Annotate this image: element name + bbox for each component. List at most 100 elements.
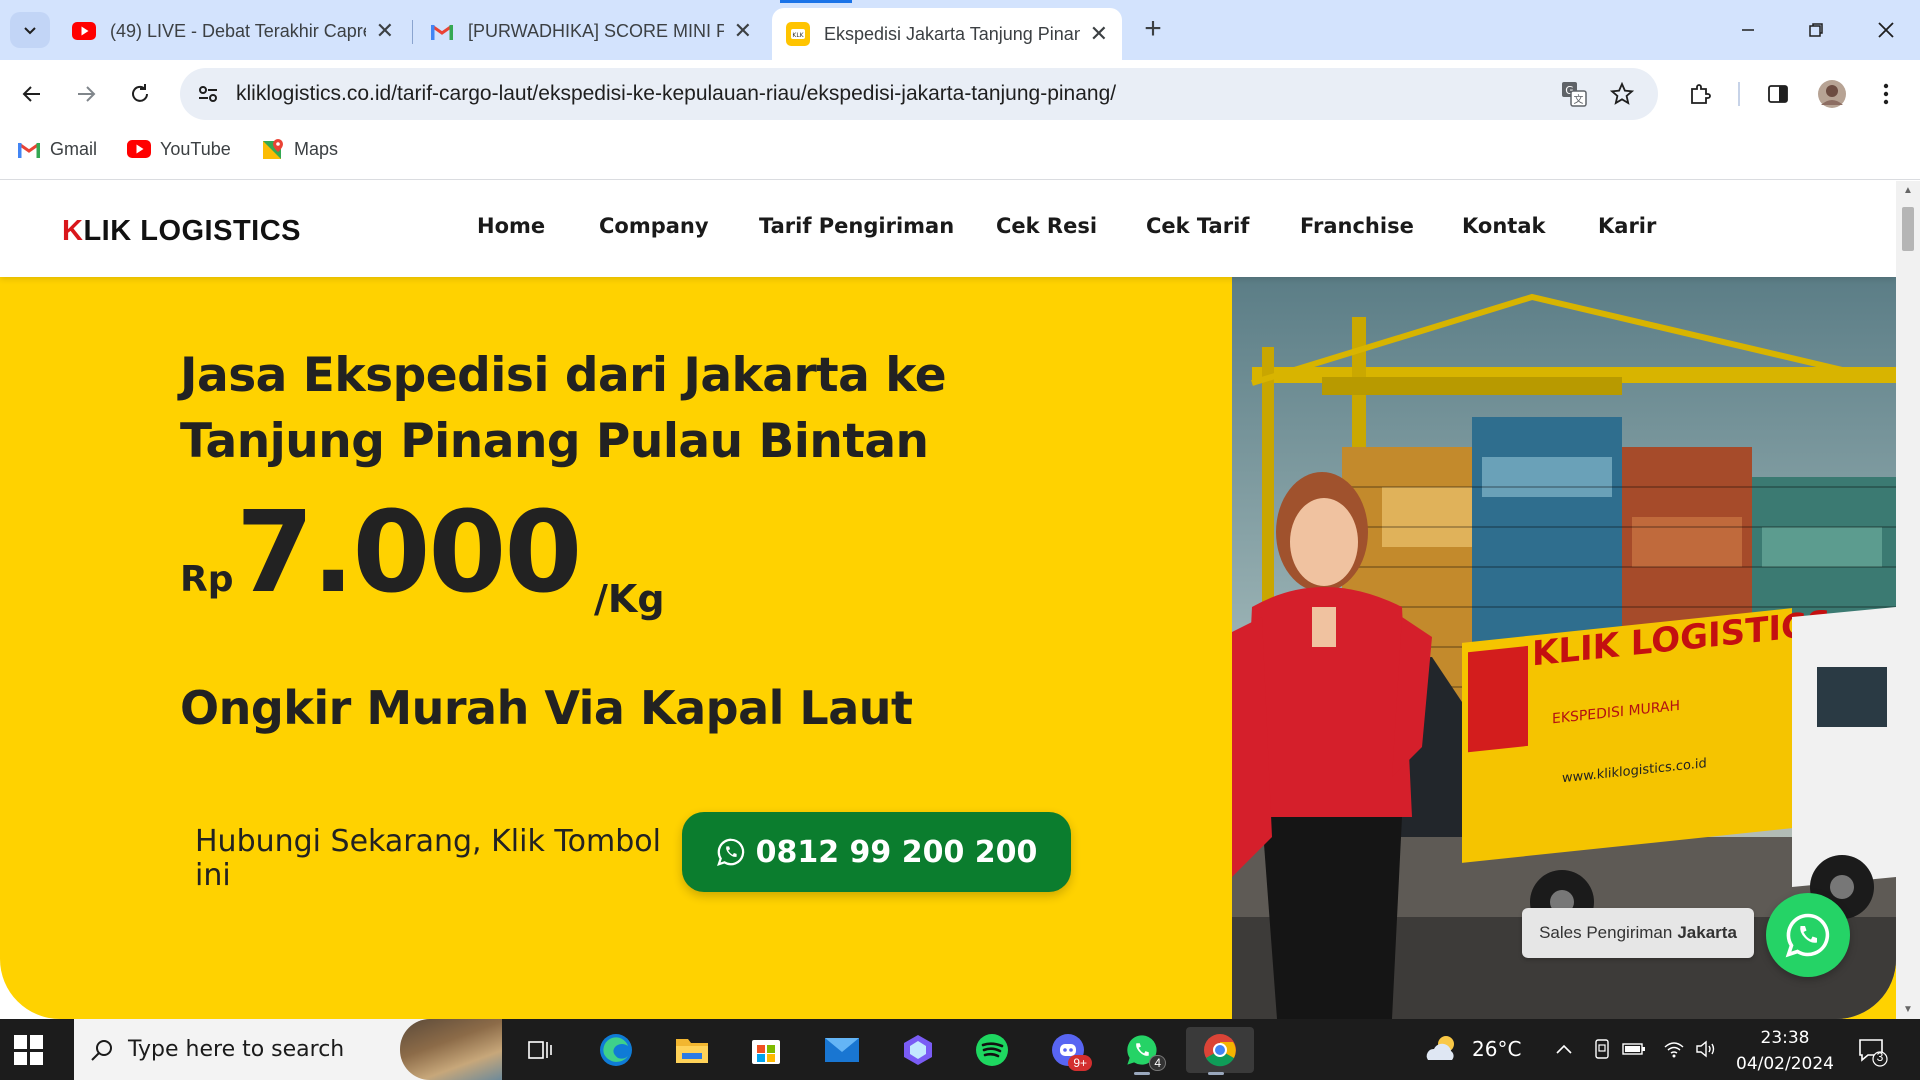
translate-icon[interactable]: G文 <box>1558 78 1590 110</box>
plus-icon: + <box>1144 12 1162 45</box>
extensions-button[interactable] <box>1680 74 1720 114</box>
search-placeholder: Type here to search <box>128 1037 345 1062</box>
gmail-icon <box>430 19 454 43</box>
youtube-icon <box>72 19 96 43</box>
cta-text: Hubungi Sekarang, Klik Tombol ini <box>195 824 661 893</box>
nav-cek-tarif[interactable]: Cek Tarif <box>1146 214 1249 238</box>
clock-time: 23:38 <box>1760 1028 1810 1048</box>
folder-icon <box>676 1039 708 1063</box>
scroll-up-arrow-icon[interactable]: ▲ <box>1903 185 1913 196</box>
device-icon[interactable] <box>1590 1037 1614 1061</box>
side-panel-button[interactable] <box>1758 74 1798 114</box>
tab-search-button[interactable] <box>10 12 50 48</box>
edge-icon <box>600 1034 632 1066</box>
taskbar-copilot[interactable] <box>888 1027 948 1073</box>
weather-temperature[interactable]: 26°C <box>1472 1037 1521 1061</box>
page-scrollbar[interactable]: ▲ ▼ <box>1896 181 1920 1019</box>
notification-center-button[interactable]: 3 <box>1856 1035 1888 1067</box>
logo-k-mark: K <box>62 215 84 247</box>
bookmark-star-icon[interactable] <box>1606 78 1638 110</box>
clock-date: 04/02/2024 <box>1736 1054 1834 1074</box>
scroll-down-arrow-icon[interactable]: ▼ <box>1903 1004 1913 1015</box>
volume-icon[interactable] <box>1694 1037 1718 1061</box>
taskbar-whatsapp[interactable]: 4 <box>1112 1027 1172 1075</box>
nav-tarif-pengiriman[interactable]: Tarif Pengiriman <box>759 214 954 238</box>
close-tab-icon[interactable]: ✕ <box>734 18 752 44</box>
back-button[interactable] <box>12 74 52 114</box>
close-icon <box>1878 22 1894 38</box>
search-highlight-image <box>400 1019 502 1080</box>
kebab-menu-icon <box>1883 83 1889 105</box>
bookmark-label: Maps <box>294 138 339 159</box>
site-logo[interactable]: KLIK LOGISTICS <box>62 215 301 248</box>
chrome-icon <box>1204 1034 1236 1067</box>
close-tab-icon[interactable]: ✕ <box>376 18 394 44</box>
side-panel-icon <box>1768 85 1788 103</box>
minimize-button[interactable] <box>1728 10 1768 50</box>
start-button[interactable] <box>14 1035 44 1065</box>
taskbar-edge[interactable] <box>586 1027 646 1073</box>
minimize-icon <box>1742 29 1754 31</box>
logo-text: LIK LOGISTICS <box>83 215 302 247</box>
price-value: 7.000 <box>236 488 582 618</box>
taskbar-chrome[interactable] <box>1186 1027 1254 1075</box>
weather-icon[interactable] <box>1422 1033 1462 1065</box>
gmail-icon <box>16 138 42 160</box>
nav-home[interactable]: Home <box>477 214 545 238</box>
search-icon <box>91 1039 112 1061</box>
profile-avatar[interactable] <box>1812 74 1852 114</box>
tab-youtube[interactable]: (49) LIVE - Debat Terakhir Capres ✕ <box>58 10 408 52</box>
tab-loading-indicator <box>780 0 852 3</box>
nav-franchise[interactable]: Franchise <box>1300 214 1414 238</box>
taskbar-spotify[interactable] <box>962 1027 1022 1073</box>
svg-text:文: 文 <box>1574 93 1584 106</box>
wifi-icon[interactable] <box>1662 1037 1686 1061</box>
chevron-up-icon[interactable] <box>1552 1037 1576 1061</box>
whatsapp-float-button[interactable] <box>1766 893 1850 977</box>
nav-cek-resi[interactable]: Cek Resi <box>996 214 1097 238</box>
nav-company[interactable]: Company <box>599 214 709 238</box>
scrollbar-thumb[interactable] <box>1902 207 1914 251</box>
menu-button[interactable] <box>1866 74 1906 114</box>
restore-button[interactable] <box>1796 10 1836 50</box>
tab-gmail[interactable]: [PURWADHIKA] SCORE MINI PROJECT ✕ <box>416 10 766 52</box>
klik-favicon: KLK <box>786 22 810 46</box>
close-tab-icon[interactable]: ✕ <box>1090 21 1108 47</box>
taskbar-store[interactable] <box>736 1027 796 1073</box>
url-text[interactable]: kliklogistics.co.id/tarif-cargo-laut/eks… <box>236 82 1116 106</box>
taskbar-mail[interactable] <box>812 1027 872 1073</box>
reload-button[interactable] <box>120 74 160 114</box>
nav-kontak[interactable]: Kontak <box>1462 214 1545 238</box>
bookmark-gmail[interactable]: Gmail <box>16 138 97 160</box>
taskbar-file-explorer[interactable] <box>662 1027 722 1073</box>
taskbar-search[interactable]: Type here to search <box>74 1019 502 1080</box>
nav-karir[interactable]: Karir <box>1598 214 1656 238</box>
arrow-right-icon <box>78 86 96 102</box>
whatsapp-cta-button[interactable]: 0812 99 200 200 <box>682 812 1071 892</box>
bookmark-youtube[interactable]: YouTube <box>126 138 231 160</box>
bookmark-label: Gmail <box>50 138 98 159</box>
sales-contact-chip[interactable]: Sales Pengiriman Jakarta <box>1522 908 1754 958</box>
chevron-down-icon <box>24 27 36 35</box>
maps-icon <box>260 138 286 160</box>
close-window-button[interactable] <box>1866 10 1906 50</box>
sales-chip-city: Jakarta <box>1677 923 1737 942</box>
bookmark-maps[interactable]: Maps <box>260 138 338 160</box>
tab-title: [PURWADHIKA] SCORE MINI PROJECT <box>468 20 724 41</box>
system-clock[interactable]: 23:38 04/02/2024 <box>1730 1025 1840 1077</box>
battery-icon[interactable] <box>1622 1037 1646 1061</box>
address-bar[interactable]: kliklogistics.co.id/tarif-cargo-laut/eks… <box>180 68 1658 120</box>
puzzle-icon <box>1691 84 1711 104</box>
copilot-icon <box>904 1035 932 1065</box>
site-header: KLIK LOGISTICS Home Company Tarif Pengir… <box>0 181 1896 277</box>
taskbar-discord[interactable]: 9+ <box>1038 1027 1098 1073</box>
cta-button-label: 0812 99 200 200 <box>755 834 1038 870</box>
task-view-button[interactable] <box>510 1027 570 1073</box>
new-tab-button[interactable]: + <box>1136 12 1170 46</box>
whatsapp-badge: 4 <box>1149 1055 1166 1071</box>
forward-button[interactable] <box>66 74 106 114</box>
page-viewport: KLIK LOGISTICS Home Company Tarif Pengir… <box>0 181 1896 1019</box>
whatsapp-icon <box>716 838 744 866</box>
site-info-icon[interactable] <box>194 80 222 108</box>
tab-kliklogistics[interactable]: KLK Ekspedisi Jakarta Tanjung Pinang ✕ <box>772 8 1122 60</box>
